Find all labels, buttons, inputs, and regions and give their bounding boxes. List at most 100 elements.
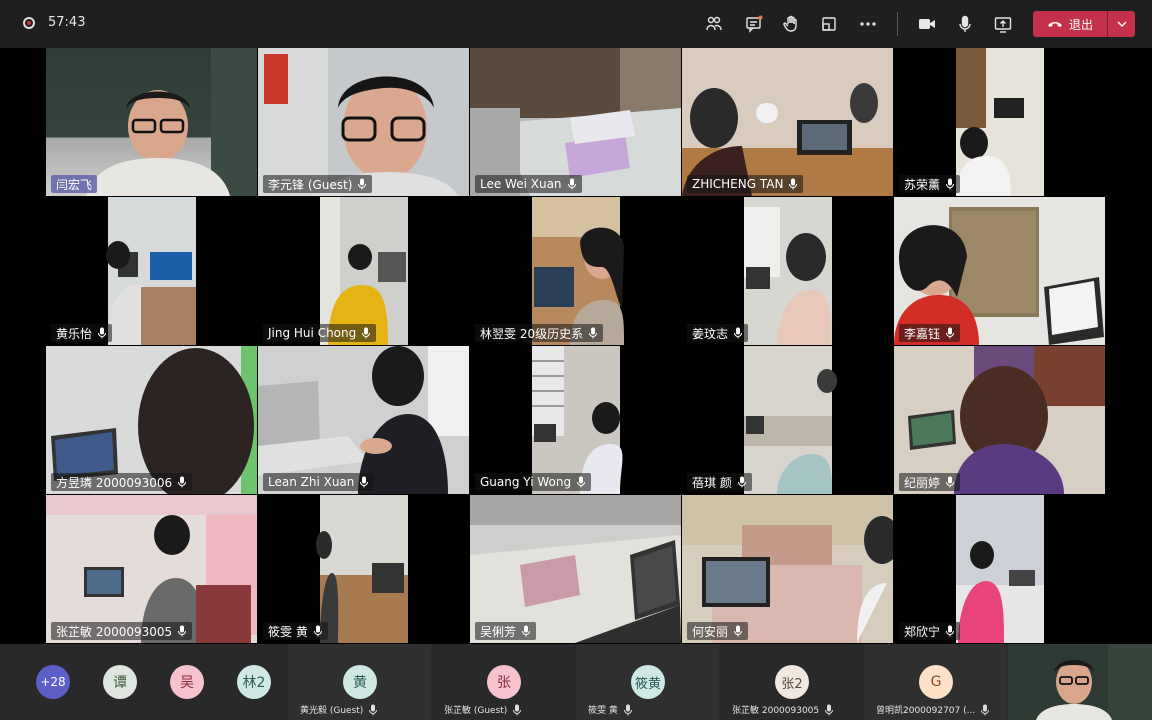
participant-name-tag: 蓓琪 颜 [687,473,752,491]
participant-name-tag: 李元锋 (Guest) [263,175,373,193]
participant-name-tag: 筱雯 黄 [263,622,328,640]
participant-name-tag: 纪丽婷 [899,473,961,491]
mic-icon [946,625,955,637]
participant-tile-small[interactable]: 张2 张芷敏 2000093005 [720,644,863,720]
hangup-icon [1048,22,1062,27]
participant-name-tag: Jing Hui Chong [263,324,377,342]
participant-name: 张芷敏 2000093005 [732,703,834,716]
mic-icon [946,327,955,339]
video-tile[interactable]: 林翌雯 20级历史系 [470,197,681,345]
mic-icon [98,327,107,339]
participant-avatar: 黄 [343,665,377,699]
mic-icon [734,327,743,339]
more-participants-button[interactable]: +28 [36,665,70,699]
participant-name-tag: 张芷敏 2000093005 [51,622,193,640]
mic-icon [789,178,798,190]
mic-icon [737,476,746,488]
mic-icon [313,625,322,637]
participant-tile-small[interactable]: 黄 黄光毅 (Guest) [288,644,431,720]
mic-icon [513,704,522,715]
video-tile[interactable]: Lean Zhi Xuan [258,346,469,494]
participant-name-tag: 吴俐芳 [475,622,537,640]
mic-icon [567,178,576,190]
leave-button[interactable]: 退出 [1033,11,1135,37]
video-tile[interactable]: 闫宏飞 [46,48,257,196]
participant-avatar[interactable]: 谭 [103,665,137,699]
participant-avatar[interactable]: 吴 [170,665,204,699]
participant-overflow-bar: +28 谭 吴 林2 黄 黄光毅 (Guest) 张 张芷敏 (Guest) 筱… [0,644,1152,720]
participant-name-tag: 李嘉钰 [899,324,961,342]
video-tile[interactable]: 蓓琪 颜 [682,346,893,494]
participant-name: 曾明凯2000092707 (... [876,703,990,716]
participant-name-tag: 闫宏飞 [51,175,98,193]
mic-icon [589,327,598,339]
share-tray-icon[interactable] [817,12,841,36]
participant-avatar: G [919,665,953,699]
recording-icon [23,17,35,29]
mic-icon [577,476,586,488]
toolbar-divider [897,12,898,36]
mic-icon [734,625,743,637]
mic-icon [946,476,955,488]
participant-name-tag: 方昱璘 2000093006 [51,473,193,491]
video-grid: 闫宏飞 李元锋 (Guest) Lee Wei Xuan ZHICHENG TA… [0,48,1152,644]
video-tile[interactable]: Jing Hui Chong [258,197,469,345]
video-tile[interactable]: 李元锋 (Guest) [258,48,469,196]
participant-avatar: 张2 [775,665,809,699]
participant-avatar: 筱黄 [631,665,665,699]
participant-name-tag: 郑欣宁 [899,622,961,640]
video-tile[interactable]: 张芷敏 2000093005 [46,495,257,643]
participant-name: 筱雯 黄 [588,703,633,716]
video-tile[interactable]: 方昱璘 2000093006 [46,346,257,494]
participant-name: 黄光毅 (Guest) [300,703,378,716]
mic-icon [358,178,367,190]
mic-icon [360,476,369,488]
video-tile[interactable]: Lee Wei Xuan [470,48,681,196]
self-view-video[interactable] [1008,644,1152,720]
leave-label: 退出 [1069,17,1094,32]
participant-name-tag: 林翌雯 20级历史系 [475,324,604,342]
chat-icon[interactable] [742,12,766,36]
video-tile[interactable]: 筱雯 黄 [258,495,469,643]
leave-main-button[interactable]: 退出 [1033,11,1107,37]
participant-name-tag: ZHICHENG TAN [687,175,804,193]
participant-name-tag: Lee Wei Xuan [475,175,582,193]
participant-name-tag: 姜玟志 [687,324,749,342]
microphone-icon[interactable] [953,12,977,36]
more-icon[interactable] [856,12,880,36]
participant-tile-small[interactable]: 张 张芷敏 (Guest) [432,644,575,720]
mic-icon [178,625,187,637]
meeting-timer: 57:43 [48,15,86,30]
participants-icon[interactable] [702,12,726,36]
participant-name-tag: 黄乐怡 [51,324,113,342]
participant-name-tag: 何安丽 [687,622,749,640]
camera-icon[interactable] [915,12,939,36]
video-tile[interactable]: 苏荣薰 [894,48,1105,196]
video-tile[interactable]: 李嘉钰 [894,197,1105,345]
video-tile[interactable]: 黄乐怡 [46,197,257,345]
mic-icon [946,178,955,190]
mic-icon [522,625,531,637]
participant-avatar: 张 [487,665,521,699]
participant-tile-small[interactable]: 筱黄 筱雯 黄 [576,644,719,720]
mic-icon [178,476,187,488]
video-tile[interactable]: 何安丽 [682,495,893,643]
share-screen-icon[interactable] [991,12,1015,36]
participant-avatar[interactable]: 林2 [237,665,271,699]
video-tile[interactable]: 郑欣宁 [894,495,1105,643]
mic-icon [362,327,371,339]
mic-icon [981,704,990,715]
video-tile[interactable]: 纪丽婷 [894,346,1105,494]
mic-icon [623,704,632,715]
participant-name-tag: Lean Zhi Xuan [263,473,375,491]
mic-icon [369,704,378,715]
participant-tile-small[interactable]: G 曾明凯2000092707 (... [864,644,1007,720]
video-tile[interactable]: 吴俐芳 [470,495,681,643]
raise-hand-icon[interactable] [779,12,803,36]
video-tile[interactable]: ZHICHENG TAN [682,48,893,196]
video-tile[interactable]: Guang Yi Wong [470,346,681,494]
mic-icon [825,704,834,715]
video-tile[interactable]: 姜玟志 [682,197,893,345]
meeting-toolbar: 57:43 退出 [0,0,1152,48]
chevron-down-icon[interactable] [1108,11,1135,37]
